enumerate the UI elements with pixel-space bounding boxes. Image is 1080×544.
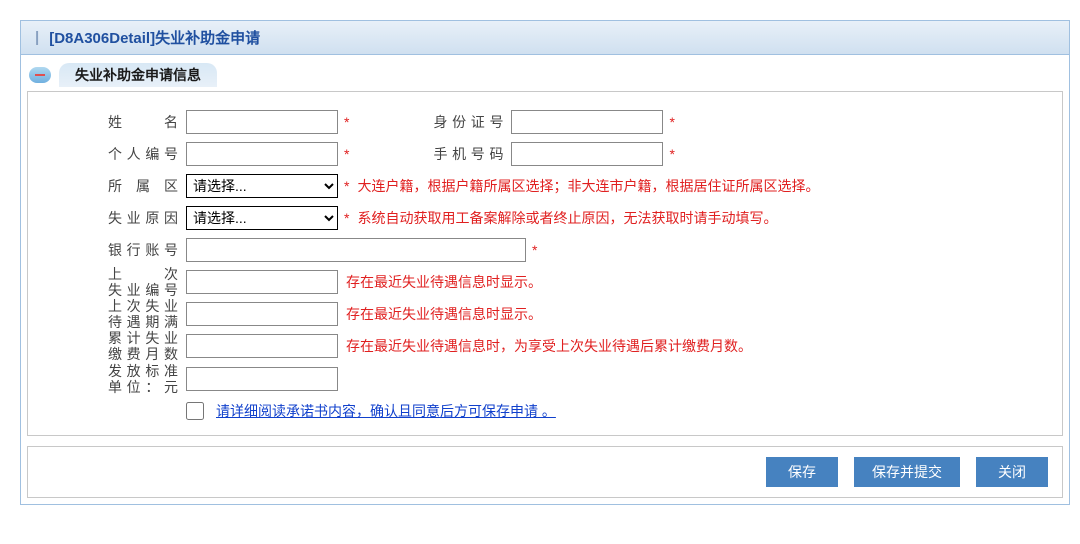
required-star: *	[344, 114, 349, 130]
required-star: *	[344, 178, 349, 194]
phone-label: 手机号码	[433, 144, 511, 164]
idcard-label: 身份证号	[433, 112, 511, 132]
last-expire-input	[186, 302, 338, 326]
last-job-no-input	[186, 270, 338, 294]
district-label: 所 属 区	[108, 178, 186, 194]
save-button[interactable]: 保存	[766, 457, 838, 487]
total-months-hint: 存在最近失业待遇信息时，为享受上次失业待遇后累计缴费月数。	[346, 336, 752, 356]
total-months-label: 累计失业 缴费月数	[108, 330, 186, 362]
button-bar: 保存 保存并提交 关闭	[27, 446, 1063, 498]
row-personal-phone: 个人编号 * 手机号码 *	[108, 138, 1042, 170]
last-expire-hint: 存在最近失业待遇信息时显示。	[346, 304, 542, 324]
row-district: 所 属 区 请选择... * 大连户籍，根据户籍所属区选择；非大连市户籍，根据居…	[108, 170, 1042, 202]
save-submit-button[interactable]: 保存并提交	[854, 457, 960, 487]
title-bar: | [D8A306Detail]失业补助金申请	[21, 21, 1069, 55]
pay-std-label: 发放标准 单位：元	[108, 363, 186, 395]
row-last-job-no: 上 次 失业编号 存在最近失业待遇信息时显示。	[108, 266, 1042, 298]
reason-label: 失业原因	[108, 210, 186, 226]
row-last-expire: 上次失业 待遇期满 存在最近失业待遇信息时显示。	[108, 298, 1042, 330]
title-bar-decor: |	[35, 29, 39, 46]
close-button[interactable]: 关闭	[976, 457, 1048, 487]
required-star: *	[669, 146, 674, 162]
section-header: 失业补助金申请信息	[21, 63, 1069, 87]
row-name-idcard: 姓 名 * 身份证号 *	[108, 106, 1042, 138]
phone-input[interactable]	[511, 142, 663, 166]
total-months-input	[186, 334, 338, 358]
last-job-no-hint: 存在最近失业待遇信息时显示。	[346, 272, 542, 292]
personal-no-input[interactable]	[186, 142, 338, 166]
row-bank: 银行账号 *	[108, 234, 1042, 266]
page-title: [D8A306Detail]失业补助金申请	[49, 27, 260, 48]
row-agreement: 请详细阅读承诺书内容，确认且同意后方可保存申请 。	[108, 401, 1042, 421]
minus-icon	[35, 74, 45, 76]
section-outer: 失业补助金申请信息 姓 名 * 身份证号 * 个人编号 * 手机号码 *	[21, 55, 1069, 498]
district-hint: 大连户籍，根据户籍所属区选择；非大连市户籍，根据居住证所属区选择。	[357, 176, 819, 196]
required-star: *	[669, 114, 674, 130]
form-panel: 姓 名 * 身份证号 * 个人编号 * 手机号码 * 所 属 区	[27, 91, 1063, 436]
agreement-link[interactable]: 请详细阅读承诺书内容，确认且同意后方可保存申请 。	[216, 401, 556, 421]
row-pay-std: 发放标准 单位：元	[108, 363, 1042, 395]
agreement-checkbox[interactable]	[186, 402, 204, 420]
last-expire-label: 上次失业 待遇期满	[108, 298, 186, 330]
bank-input[interactable]	[186, 238, 526, 262]
required-star: *	[344, 210, 349, 226]
idcard-input[interactable]	[511, 110, 663, 134]
required-star: *	[532, 242, 537, 258]
page-frame: | [D8A306Detail]失业补助金申请 失业补助金申请信息 姓 名 * …	[20, 20, 1070, 505]
last-job-no-label: 上 次 失业编号	[108, 266, 186, 298]
required-star: *	[344, 146, 349, 162]
reason-select[interactable]: 请选择...	[186, 206, 338, 230]
collapse-toggle[interactable]	[29, 67, 51, 83]
reason-hint: 系统自动获取用工备案解除或者终止原因，无法获取时请手动填写。	[357, 208, 777, 228]
row-reason: 失业原因 请选择... * 系统自动获取用工备案解除或者终止原因，无法获取时请手…	[108, 202, 1042, 234]
row-total-months: 累计失业 缴费月数 存在最近失业待遇信息时，为享受上次失业待遇后累计缴费月数。	[108, 330, 1042, 362]
pay-std-input	[186, 367, 338, 391]
personal-no-label: 个人编号	[108, 146, 186, 162]
bank-label: 银行账号	[108, 242, 186, 258]
name-label: 姓 名	[108, 114, 186, 130]
section-title: 失业补助金申请信息	[59, 63, 217, 87]
name-input[interactable]	[186, 110, 338, 134]
district-select[interactable]: 请选择...	[186, 174, 338, 198]
